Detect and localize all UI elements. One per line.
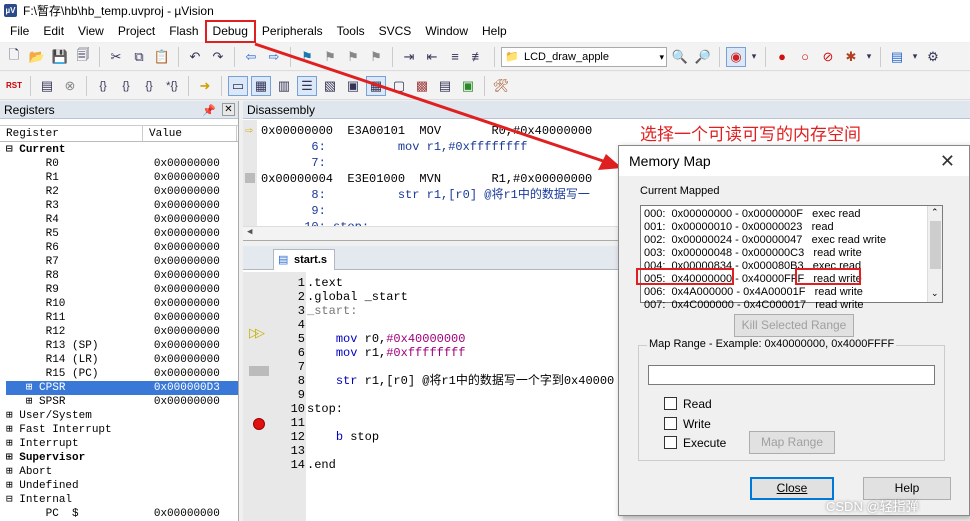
write-checkbox[interactable]: [664, 417, 677, 430]
mapped-range-row[interactable]: 002: 0x00000024 - 0x00000047 exec read w…: [644, 234, 886, 247]
scrollbar-thumb[interactable]: [930, 221, 941, 269]
write-label: Write: [683, 417, 711, 431]
execute-checkbox[interactable]: [664, 436, 677, 449]
highlight-permissions: [795, 268, 861, 285]
mapped-ranges-list[interactable]: 000: 0x00000000 - 0x0000000F exec read 00…: [640, 205, 943, 311]
scroll-up-icon[interactable]: ⌃: [931, 207, 939, 218]
execute-label: Execute: [683, 436, 727, 450]
highlight-address: [636, 268, 734, 285]
memory-map-dialog: Memory Map ✕ Current Mapped 000: 0x00000…: [618, 145, 970, 516]
mapped-range-row[interactable]: 000: 0x00000000 - 0x0000000F exec read: [644, 208, 861, 221]
mapped-range-row[interactable]: 001: 0x00000010 - 0x00000023 read: [644, 221, 834, 234]
dialog-title-bar: Memory Map ✕: [619, 146, 969, 176]
annotation-text: 选择一个可读可写的内存空间: [640, 125, 861, 144]
mapped-range-row[interactable]: 006: 0x4A000000 - 0x4A00001F read write: [644, 286, 863, 299]
vertical-scrollbar[interactable]: ⌃ ⌄: [927, 206, 942, 302]
close-button[interactable]: Close: [750, 477, 834, 500]
dialog-title: Memory Map: [629, 153, 711, 169]
current-mapped-label: Current Mapped: [640, 185, 720, 197]
close-icon[interactable]: ✕: [940, 146, 955, 176]
kill-selected-range-button[interactable]: Kill Selected Range: [734, 314, 854, 337]
mapped-range-row[interactable]: 007: 0x4C000000 - 0x4C000017 read write: [644, 299, 864, 312]
mapped-range-row[interactable]: 003: 0x00000048 - 0x000000C3 read write: [644, 247, 862, 260]
scroll-down-icon[interactable]: ⌄: [931, 288, 939, 299]
watermark: CSDN @轻指弹: [826, 499, 919, 514]
map-range-label: Map Range - Example: 0x40000000, 0x4000F…: [647, 338, 897, 350]
map-range-button[interactable]: Map Range: [749, 431, 835, 454]
map-range-input[interactable]: [648, 365, 935, 385]
read-label: Read: [683, 397, 712, 411]
read-checkbox[interactable]: [664, 397, 677, 410]
